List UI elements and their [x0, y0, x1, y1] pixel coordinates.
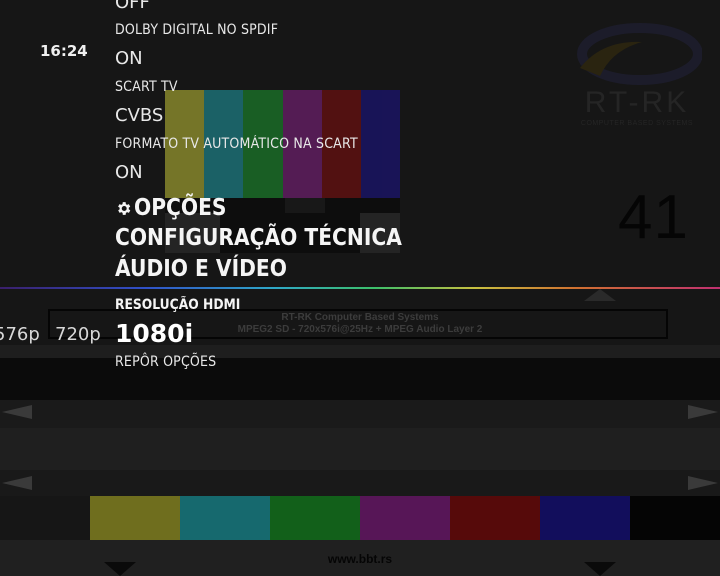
color-bar	[360, 90, 401, 198]
arrow-down-icon	[104, 562, 136, 576]
menu-item-label[interactable]: FORMATO TV AUTOMÁTICO NA SCART	[115, 136, 358, 152]
menu-item-label[interactable]: SCART TV	[115, 79, 178, 95]
pattern-band	[0, 470, 720, 496]
color-bar	[270, 496, 360, 540]
breadcrumb-level-1: OPÇÕES	[115, 195, 239, 221]
breadcrumb-audio-video: ÁUDIO E VÍDEO	[115, 256, 287, 282]
logo-text: RT-RK	[584, 86, 690, 119]
color-bar	[450, 496, 540, 540]
menu-item-value[interactable]: OFF	[115, 0, 150, 13]
arrow-right-icon	[688, 476, 718, 490]
pattern-band	[0, 400, 720, 428]
resolution-option[interactable]: 720p	[55, 324, 101, 345]
arrow-down-icon	[584, 562, 616, 576]
gear-icon	[118, 201, 131, 215]
breadcrumb-technical-config: CONFIGURAÇÃO TÉCNICA	[115, 225, 402, 251]
reset-options-item[interactable]: REPÔR OPÇÕES	[115, 354, 216, 370]
menu-item-value[interactable]: ON	[115, 48, 143, 69]
menu-item-value[interactable]: ON	[115, 162, 143, 183]
clock: 16:24	[40, 42, 88, 60]
color-bar	[360, 496, 450, 540]
hdmi-resolution-label[interactable]: RESOLUÇÃO HDMI	[115, 297, 240, 313]
menu-item-value[interactable]: CVBS	[115, 105, 163, 126]
arrow-up-icon	[584, 289, 616, 301]
channel-number: 41	[618, 183, 689, 252]
channel-logo: RT-RK COMPUTER BASED SYSTEMS	[572, 20, 703, 132]
website-url: www.bbt.rs	[327, 552, 393, 566]
color-bar	[90, 496, 180, 540]
pattern-band	[0, 428, 720, 470]
logo-tagline: COMPUTER BASED SYSTEMS	[580, 120, 694, 127]
color-bar	[540, 496, 630, 540]
resolution-option[interactable]: 576p	[0, 324, 40, 345]
color-bars-bottom	[90, 496, 720, 540]
arrow-left-icon	[2, 405, 32, 419]
breadcrumb-options: OPÇÕES	[134, 195, 227, 221]
arrow-right-icon	[688, 405, 718, 419]
color-bar	[630, 496, 720, 540]
pattern-band	[0, 358, 720, 400]
hdmi-resolution-value[interactable]: 1080i	[115, 319, 193, 348]
menu-item-label[interactable]: DOLBY DIGITAL NO SPDIF	[115, 22, 278, 38]
logo-swoosh-icon	[577, 23, 703, 85]
color-bar	[180, 496, 270, 540]
arrow-left-icon	[2, 476, 32, 490]
